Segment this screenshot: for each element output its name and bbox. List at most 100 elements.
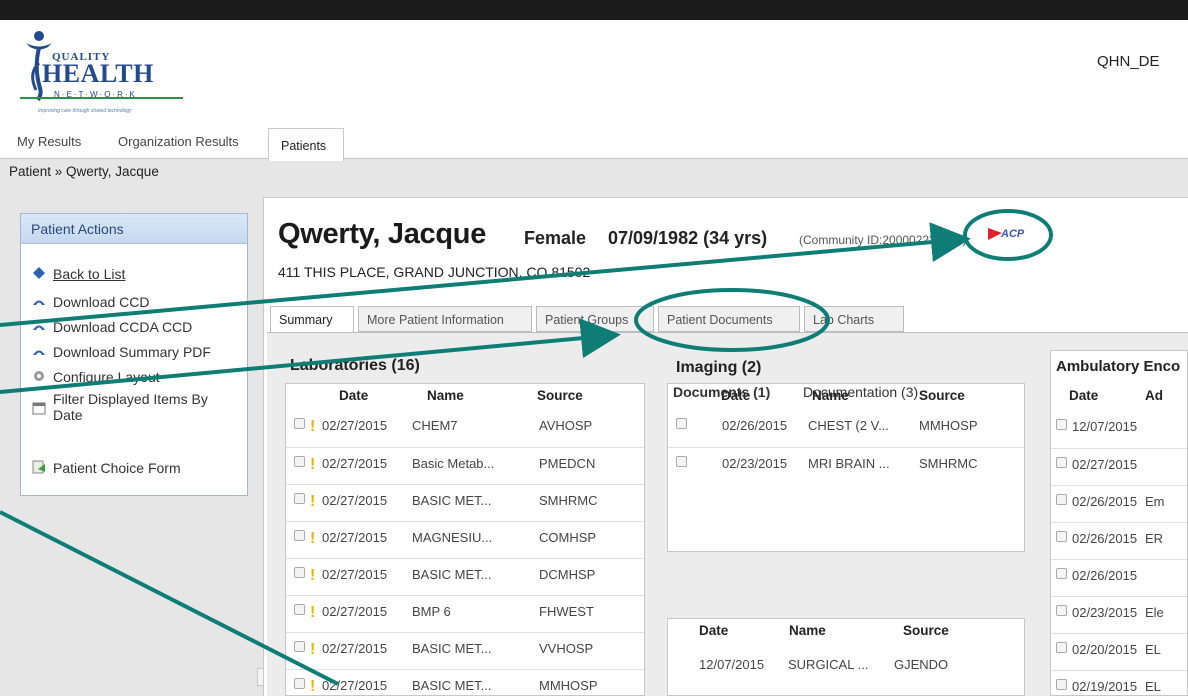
labs-header-name[interactable]: Name	[427, 388, 464, 403]
table-row[interactable]: ! 02/27/2015 BASIC MET... VVHOSP	[286, 632, 644, 669]
table-row[interactable]: ! 02/27/2015 BASIC MET... DCMHSP	[286, 558, 644, 595]
amb-header-admit[interactable]: Ad	[1145, 388, 1163, 403]
table-row[interactable]: 02/26/2015 Em	[1051, 485, 1187, 522]
table-cell: BASIC MET...	[412, 678, 492, 693]
patient-name: Qwerty, Jacque	[278, 218, 487, 250]
table-row[interactable]: 02/26/2015 CHEST (2 V... MMHOSP	[668, 410, 1024, 447]
top-bar	[0, 0, 1188, 20]
row-checkbox[interactable]	[1056, 642, 1067, 653]
tab-patient-groups[interactable]: Patient Groups	[536, 306, 654, 332]
row-checkbox[interactable]	[294, 418, 305, 429]
docs-header-name[interactable]: Name	[789, 623, 826, 638]
tab-patient-documents[interactable]: Patient Documents	[658, 306, 800, 332]
table-cell: BASIC MET...	[412, 493, 492, 508]
table-row[interactable]: 02/20/2015 EL	[1051, 633, 1187, 670]
patient-community-id: (Community ID:200002222202)	[799, 233, 967, 247]
tab-summary[interactable]: Summary	[270, 306, 354, 334]
table-cell: 02/27/2015	[322, 567, 388, 582]
table-cell: SMHRMC	[919, 456, 978, 471]
table-cell: 02/26/2015	[1072, 494, 1138, 509]
docs-header-date[interactable]: Date	[699, 623, 728, 638]
row-checkbox[interactable]	[1056, 568, 1067, 579]
abnormal-result-icon: !	[310, 456, 316, 473]
table-row[interactable]: ! 02/27/2015 BASIC MET... MMHOSP	[286, 669, 644, 696]
table-row[interactable]: 02/19/2015 EL	[1051, 670, 1187, 696]
quality-health-network-logo[interactable]: QUALITY HEALTH N·E·T·W·O·R·K Improving c…	[18, 28, 193, 120]
row-checkbox[interactable]	[1056, 419, 1067, 430]
tab-lab-charts[interactable]: Lab Charts	[804, 306, 904, 332]
action-back-to-list[interactable]: Back to List	[31, 266, 125, 282]
table-cell: Em	[1145, 494, 1165, 509]
action-download-summary-pdf[interactable]: Download Summary PDF	[31, 344, 211, 360]
table-row[interactable]: ! 02/27/2015 MAGNESIU... COMHSP	[286, 521, 644, 558]
table-row[interactable]: 02/26/2015	[1051, 559, 1187, 596]
table-cell: 02/27/2015	[322, 493, 388, 508]
user-name[interactable]: QHN_DE	[1097, 53, 1160, 70]
table-cell: MMHOSP	[919, 418, 978, 433]
tab-more-patient-information[interactable]: More Patient Information	[358, 306, 532, 332]
table-cell: 02/27/2015	[322, 604, 388, 619]
table-row[interactable]: 02/27/2015	[1051, 448, 1187, 485]
table-cell: 02/27/2015	[1072, 457, 1138, 472]
action-download-ccd[interactable]: Download CCD	[31, 294, 149, 310]
table-row[interactable]: ! 02/27/2015 BMP 6 FHWEST	[286, 595, 644, 632]
form-icon	[31, 460, 47, 474]
row-checkbox[interactable]	[1056, 457, 1067, 468]
row-checkbox[interactable]	[1056, 679, 1067, 690]
table-cell: CHEST (2 V...	[808, 418, 889, 433]
abnormal-result-icon: !	[310, 493, 316, 510]
table-row[interactable]: ! 02/27/2015 BASIC MET... SMHRMC	[286, 484, 644, 521]
action-filter-by-date[interactable]: Filter Displayed Items By Date	[31, 391, 241, 423]
table-row[interactable]: 02/26/2015 ER	[1051, 522, 1187, 559]
imaging-header-source[interactable]: Source	[919, 388, 965, 403]
table-cell: MRI BRAIN ...	[808, 456, 890, 471]
patient-address: 411 THIS PLACE, GRAND JUNCTION, CO 81502	[278, 264, 591, 280]
table-cell: SMHRMC	[539, 493, 598, 508]
subtab-documentation[interactable]: Documentation (3)	[803, 384, 918, 400]
row-checkbox[interactable]	[294, 604, 305, 615]
table-cell: VVHOSP	[539, 641, 594, 656]
acp-flag-icon[interactable]: ACP	[988, 228, 1028, 247]
download-icon	[31, 319, 47, 333]
panel-scroll-handle[interactable]	[257, 668, 264, 686]
docs-header-source[interactable]: Source	[903, 623, 949, 638]
row-checkbox[interactable]	[294, 567, 305, 578]
action-configure-layout[interactable]: Configure Layout	[31, 369, 160, 385]
table-row[interactable]: 12/07/2015 SURGICAL ... GJENDO	[668, 649, 1024, 686]
table-cell: 02/26/2015	[1072, 568, 1138, 583]
subtab-documents[interactable]: Documents (1)	[673, 384, 770, 400]
row-checkbox[interactable]	[294, 641, 305, 652]
table-cell: COMHSP	[539, 530, 597, 545]
download-icon	[31, 294, 47, 308]
laboratories-title: Laboratories (16)	[290, 357, 420, 374]
table-row[interactable]: 12/07/2015	[1051, 411, 1187, 448]
nav-patients-tab[interactable]: Patients	[268, 128, 344, 161]
amb-header-date[interactable]: Date	[1069, 388, 1098, 403]
row-checkbox[interactable]	[294, 456, 305, 467]
row-checkbox[interactable]	[1056, 531, 1067, 542]
logo-health-text: HEALTH	[42, 59, 154, 88]
table-row[interactable]: ! 02/27/2015 Basic Metab... PMEDCN	[286, 447, 644, 484]
row-checkbox[interactable]	[1056, 494, 1067, 505]
row-checkbox[interactable]	[294, 678, 305, 689]
abnormal-result-icon: !	[310, 641, 316, 658]
nav-organization-results[interactable]: Organization Results	[118, 134, 239, 149]
patient-actions-title: Patient Actions	[21, 214, 247, 244]
table-cell: CHEM7	[412, 418, 458, 433]
action-patient-choice-form[interactable]: Patient Choice Form	[31, 460, 181, 476]
nav-my-results[interactable]: My Results	[17, 134, 81, 149]
table-row[interactable]: 02/23/2015 MRI BRAIN ... SMHRMC	[668, 447, 1024, 484]
labs-header-source[interactable]: Source	[537, 388, 583, 403]
row-checkbox[interactable]	[294, 493, 305, 504]
table-row[interactable]: ! 02/27/2015 CHEM7 AVHOSP	[286, 410, 644, 447]
row-checkbox[interactable]	[294, 530, 305, 541]
labs-header-date[interactable]: Date	[339, 388, 368, 403]
row-checkbox[interactable]	[676, 456, 687, 467]
table-row[interactable]: 02/23/2015 Ele	[1051, 596, 1187, 633]
abnormal-result-icon: !	[310, 567, 316, 584]
row-checkbox[interactable]	[676, 418, 687, 429]
action-download-ccda-ccd[interactable]: Download CCDA CCD	[31, 319, 192, 335]
row-checkbox[interactable]	[1056, 605, 1067, 616]
documents-grid: Date Name Source 12/07/2015 SURGICAL ...…	[667, 618, 1025, 696]
download-icon	[31, 344, 47, 358]
